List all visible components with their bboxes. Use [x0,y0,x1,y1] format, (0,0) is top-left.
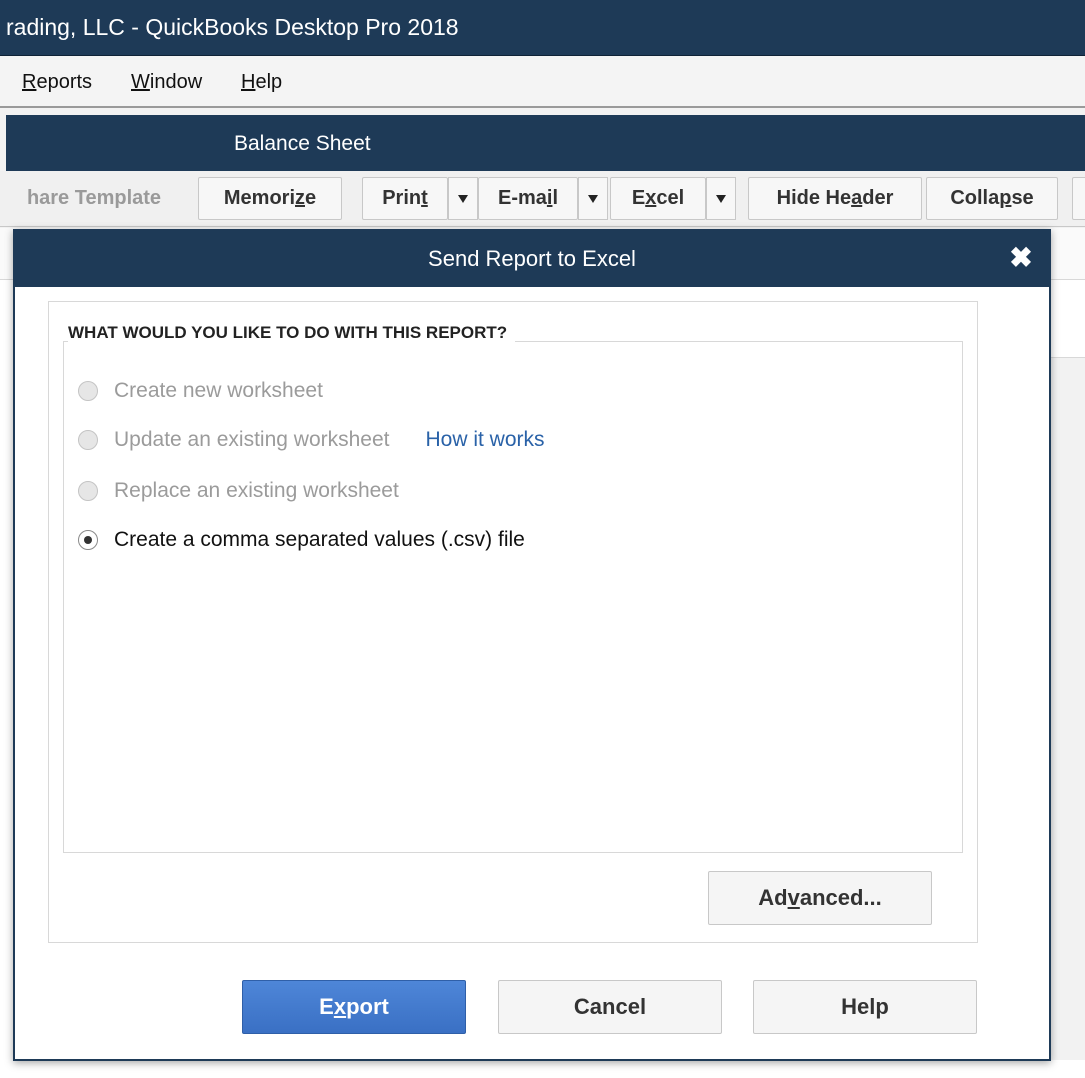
radio-button[interactable] [78,481,98,501]
help-button[interactable]: Help [753,980,977,1034]
collapse-button[interactable]: Colla p se [926,177,1058,220]
option-replace-existing-worksheet[interactable]: Replace an existing worksheet [78,476,399,506]
how-it-works-link[interactable]: How it works [426,428,545,452]
menu-reports[interactable]: Reports [22,71,92,94]
chevron-down-icon [588,194,598,203]
dialog-title-bar: Send Report to Excel ✖ [15,231,1049,287]
radio-button-selected[interactable] [78,530,98,550]
menu-help[interactable]: Help [241,71,282,94]
menu-window[interactable]: Window [131,71,202,94]
menu-bar: Reports Window Help [0,56,1085,108]
share-template-button[interactable]: hare Template [0,177,188,220]
advanced-button[interactable]: Ad v anced... [708,871,932,925]
report-content-bottom [0,1060,1085,1078]
option-create-csv-file[interactable]: Create a comma separated values (.csv) f… [78,525,525,555]
option-update-existing-worksheet[interactable]: Update an existing worksheet How it work… [78,425,545,455]
toolbar-overflow-button[interactable] [1072,177,1085,220]
email-button[interactable]: E-ma i l [478,177,578,220]
print-dropdown-arrow[interactable] [448,177,478,220]
memorize-button[interactable]: Memori z e [198,177,342,220]
options-panel [63,341,963,853]
excel-button[interactable]: Ex cel [610,177,706,220]
options-question: WHAT WOULD YOU LIKE TO DO WITH THIS REPO… [68,323,516,343]
email-dropdown-arrow[interactable] [578,177,608,220]
hide-header-button[interactable]: Hide He a der [748,177,922,220]
report-content-left-edge [0,280,14,1078]
report-title-bar: Balance Sheet [6,115,1085,171]
chevron-down-icon [716,194,726,203]
send-report-to-excel-dialog: Send Report to Excel ✖ WHAT WOULD YOU LI… [13,229,1051,1061]
excel-dropdown-arrow[interactable] [706,177,736,220]
radio-button[interactable] [78,381,98,401]
report-toolbar: hare Template Memori z e Prin t E-ma i l Ex ce… [0,171,1085,227]
print-button[interactable]: Prin t [362,177,448,220]
radio-button[interactable] [78,430,98,450]
export-button[interactable]: Ex port [242,980,466,1034]
quickbooks-window: rading, LLC - QuickBooks Desktop Pro 201… [0,0,1085,1078]
dialog-title: Send Report to Excel [428,246,636,271]
report-content-edge [1050,280,1085,358]
chevron-down-icon [458,194,468,203]
option-create-new-worksheet[interactable]: Create new worksheet [78,376,323,406]
close-icon[interactable]: ✖ [1007,242,1035,273]
window-title: rading, LLC - QuickBooks Desktop Pro 201… [6,14,459,40]
title-bar: rading, LLC - QuickBooks Desktop Pro 201… [0,0,1085,56]
report-title: Balance Sheet [234,132,371,155]
cancel-button[interactable]: Cancel [498,980,722,1034]
